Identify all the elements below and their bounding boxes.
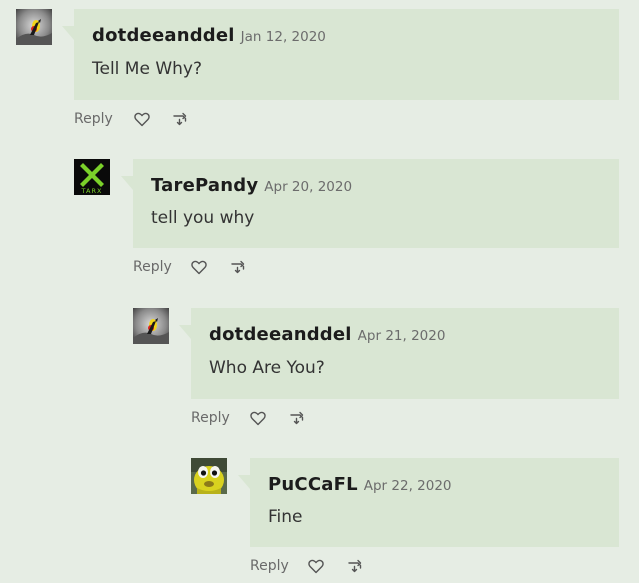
comment-meta: dotdeeanddel Apr 21, 2020: [209, 323, 445, 348]
reply-button[interactable]: Reply: [74, 108, 113, 130]
comment-date: Apr 22, 2020: [363, 478, 452, 494]
comment-meta: TarePandy Apr 20, 2020: [151, 174, 352, 199]
avatar[interactable]: [191, 458, 227, 494]
avatar[interactable]: [133, 308, 169, 344]
repost-icon[interactable]: [288, 409, 306, 427]
comment-bubble: dotdeeanddel Apr 21, 2020 Who Are You?: [179, 308, 619, 399]
heart-icon[interactable]: [133, 110, 151, 128]
avatar[interactable]: TARX: [74, 159, 110, 195]
comment-bubble: PuCCaFL Apr 22, 2020 Fine: [238, 458, 619, 547]
repost-icon[interactable]: [171, 110, 189, 128]
xbox-tarx-avatar-icon: TARX: [74, 159, 110, 195]
comment-meta: PuCCaFL Apr 22, 2020: [268, 473, 452, 498]
reply-button[interactable]: Reply: [191, 407, 230, 429]
comment-author[interactable]: dotdeeanddel: [92, 25, 235, 46]
comment-author[interactable]: PuCCaFL: [268, 474, 358, 495]
yellow-bird-avatar-icon: [191, 458, 227, 494]
comment-text: Tell Me Why?: [92, 59, 203, 79]
heart-icon[interactable]: [190, 258, 208, 276]
heart-icon[interactable]: [307, 557, 325, 575]
heart-icon[interactable]: [249, 409, 267, 427]
comment-bubble: dotdeeanddel Jan 12, 2020 Tell Me Why?: [62, 9, 619, 100]
repost-icon[interactable]: [346, 557, 364, 575]
comment-text: Who Are You?: [209, 358, 325, 378]
comment-meta: dotdeeanddel Jan 12, 2020: [92, 24, 326, 49]
reply-button[interactable]: Reply: [133, 256, 172, 278]
comment-date: Jan 12, 2020: [240, 29, 326, 45]
avatar[interactable]: [16, 9, 52, 45]
comment-date: Apr 21, 2020: [357, 328, 446, 344]
avatar-caption: TARX: [81, 187, 103, 195]
rock-bird-avatar-icon: [133, 308, 169, 344]
comment-author[interactable]: TarePandy: [151, 175, 258, 196]
repost-icon[interactable]: [229, 258, 247, 276]
comment-thread: dotdeeanddel Jan 12, 2020 Tell Me Why? Re…: [0, 0, 639, 583]
comment-author[interactable]: dotdeeanddel: [209, 324, 352, 345]
reply-button[interactable]: Reply: [250, 555, 289, 577]
comment-text: tell you why: [151, 208, 255, 228]
comment-text: Fine: [268, 507, 303, 527]
rock-bird-avatar-icon: [16, 9, 52, 45]
comment-bubble: TarePandy Apr 20, 2020 tell you why: [121, 159, 619, 248]
comment-date: Apr 20, 2020: [264, 179, 353, 195]
